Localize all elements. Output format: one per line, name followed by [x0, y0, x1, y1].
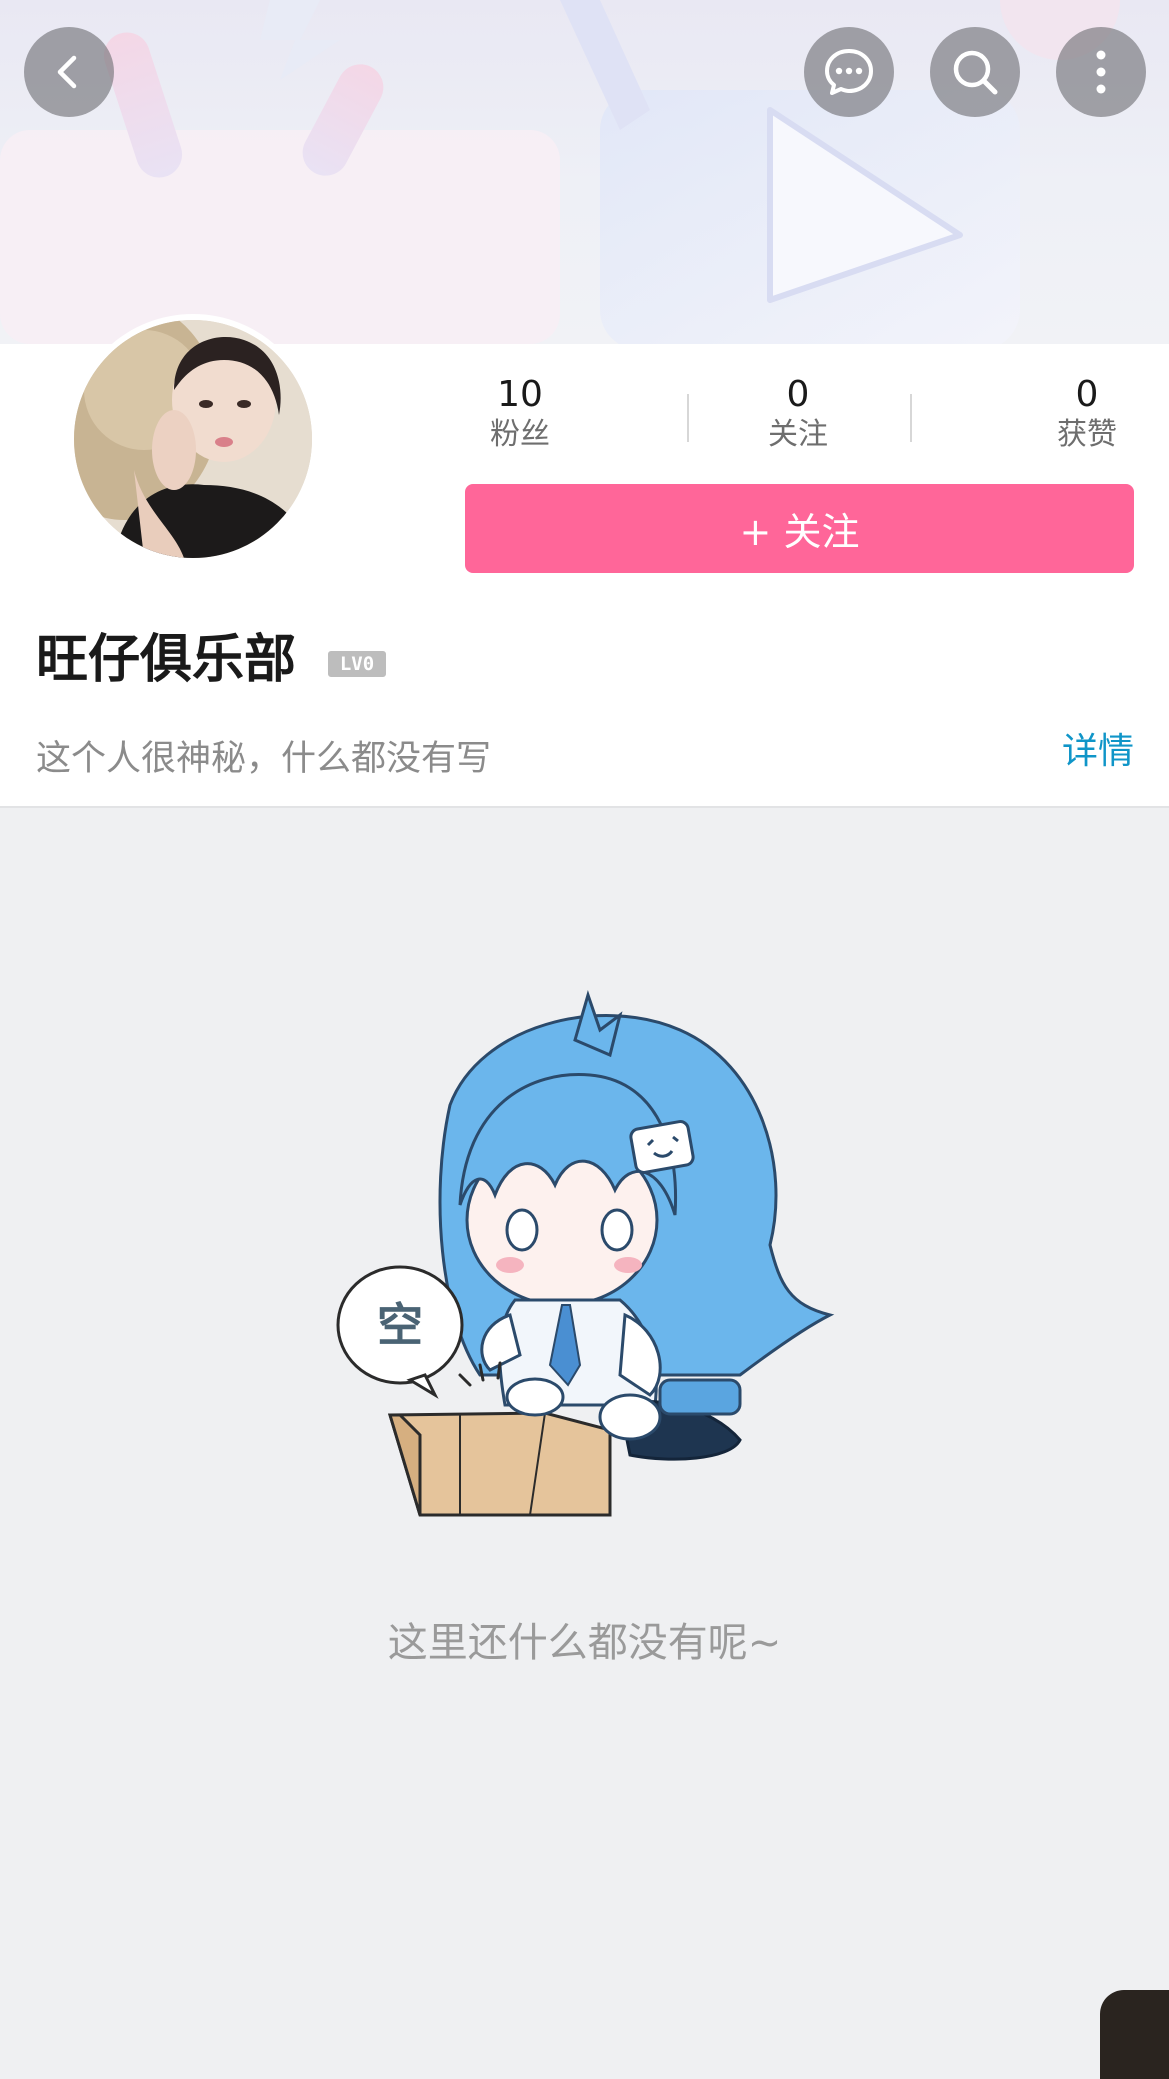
more-vertical-icon [1096, 50, 1106, 94]
user-name: 旺仔俱乐部 [36, 630, 297, 690]
stat-likes[interactable]: 0 获赞 [1027, 374, 1147, 454]
chevron-left-icon [57, 55, 77, 89]
floating-corner-widget[interactable] [1100, 1990, 1169, 2079]
empty-state-message: 这里还什么都没有呢~ [387, 1620, 782, 1666]
stat-divider [910, 394, 912, 442]
search-icon [953, 50, 998, 95]
more-button[interactable] [1056, 27, 1146, 117]
message-button[interactable] [804, 27, 894, 117]
stat-divider [687, 394, 689, 442]
user-signature: 这个人很神秘，什么都没有写 [36, 739, 492, 779]
level-badge: LV0 [328, 651, 386, 677]
stat-value: 0 [1075, 374, 1099, 415]
stat-label: 获赞 [1057, 417, 1117, 452]
search-button[interactable] [930, 27, 1020, 117]
back-button[interactable] [24, 27, 114, 117]
chat-bubble-icon [825, 49, 873, 95]
empty-state-illustration: 空 [330, 985, 840, 1525]
avatar-photo [74, 320, 312, 558]
bubble-text: 空 [377, 1298, 423, 1352]
profile-section: 10 粉丝 0 关注 0 获赞 + 关注 旺仔俱乐部 LV0 这个人很神秘，什么… [0, 314, 1169, 806]
stat-following[interactable]: 0 关注 [738, 374, 858, 454]
stat-label: 关注 [768, 417, 828, 452]
detail-link[interactable]: 详情 [1062, 722, 1134, 774]
follow-button[interactable]: + 关注 [465, 484, 1134, 573]
avatar[interactable] [68, 314, 318, 564]
stat-followers[interactable]: 10 粉丝 [460, 374, 580, 454]
section-divider [0, 806, 1169, 808]
stat-value: 0 [786, 374, 810, 415]
stat-label: 粉丝 [490, 417, 550, 452]
stat-value: 10 [497, 374, 543, 415]
